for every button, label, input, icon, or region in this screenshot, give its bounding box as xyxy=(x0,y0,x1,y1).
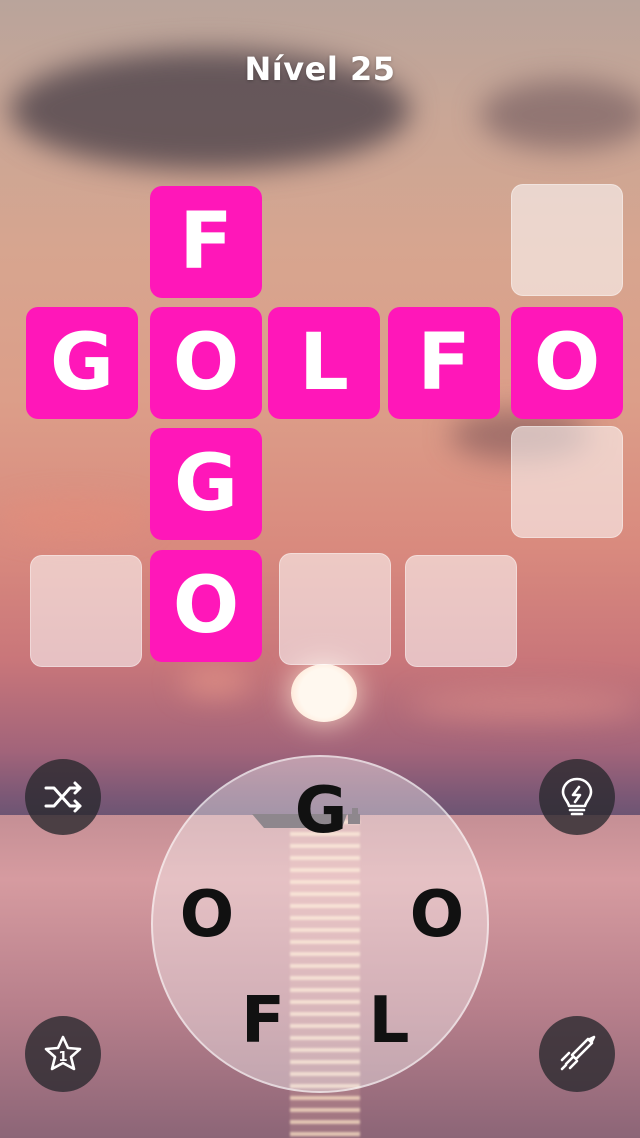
grid-tile: G xyxy=(26,307,138,419)
rocket-button[interactable] xyxy=(539,1016,615,1092)
empty-tile xyxy=(279,553,391,665)
wheel-letter[interactable]: L xyxy=(349,989,429,1053)
star-button[interactable]: 1 xyxy=(25,1016,101,1092)
tile-letter: G xyxy=(49,318,115,408)
empty-tile xyxy=(511,184,623,296)
cloud xyxy=(0,500,150,535)
tile-letter: O xyxy=(172,318,240,408)
hint-button[interactable] xyxy=(539,759,615,835)
grid-tile: O xyxy=(150,550,262,662)
letter-wheel[interactable]: G O O F L xyxy=(151,755,489,1093)
lightbulb-icon xyxy=(561,777,593,816)
star-icon: 1 xyxy=(44,1035,82,1071)
tile-letter: F xyxy=(179,197,233,287)
grid-tile: O xyxy=(511,307,623,419)
wheel-letter[interactable]: F xyxy=(223,989,303,1053)
sun xyxy=(291,664,357,722)
empty-tile xyxy=(511,426,623,538)
shuffle-icon xyxy=(44,781,82,813)
grid-tile: O xyxy=(150,307,262,419)
tile-letter: L xyxy=(299,318,349,408)
level-title: Nível 25 xyxy=(244,50,396,88)
tile-letter: G xyxy=(173,439,239,529)
empty-tile xyxy=(30,555,142,667)
wheel-letter[interactable]: O xyxy=(397,883,477,947)
cloud xyxy=(410,690,640,720)
empty-tile xyxy=(405,555,517,667)
shuffle-button[interactable] xyxy=(25,759,101,835)
star-count: 1 xyxy=(58,1050,67,1065)
grid-tile: F xyxy=(388,307,500,419)
cloud xyxy=(180,668,250,696)
grid-tile: F xyxy=(150,186,262,298)
tile-letter: O xyxy=(172,561,240,651)
grid-tile: G xyxy=(150,428,262,540)
grid-tile: L xyxy=(268,307,380,419)
tile-letter: F xyxy=(417,318,471,408)
cloud xyxy=(480,80,640,150)
rocket-icon xyxy=(560,1035,596,1071)
wheel-letter[interactable]: G xyxy=(281,779,361,843)
tile-letter: O xyxy=(533,318,601,408)
wheel-letter[interactable]: O xyxy=(167,883,247,947)
